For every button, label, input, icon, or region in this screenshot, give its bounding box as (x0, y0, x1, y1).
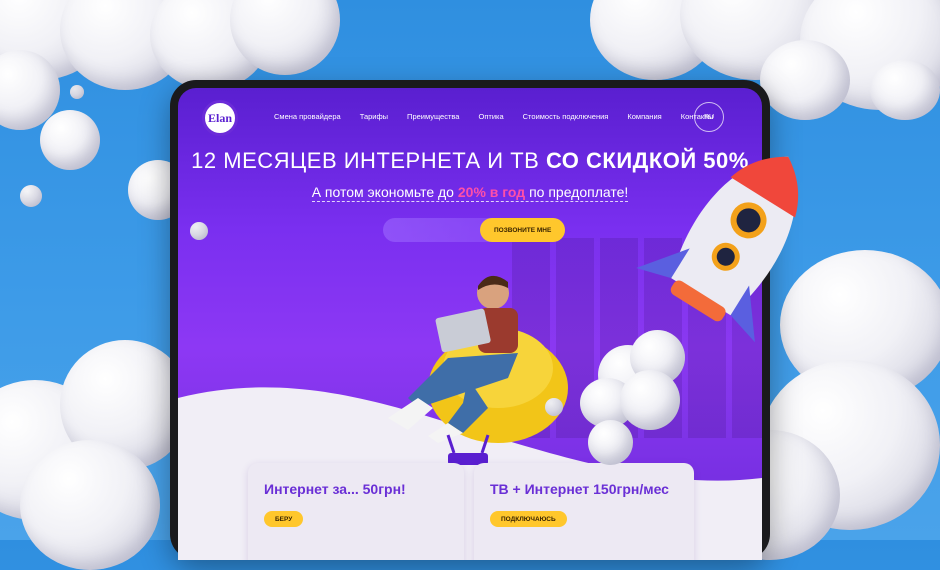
brand-logo[interactable]: Elan (202, 100, 238, 136)
hero-title-regular: 12 МЕСЯЦЕВ ИНТЕРНЕТА И ТВ (191, 148, 546, 173)
man-with-laptop-illustration (388, 275, 568, 443)
tariff-card-tv-internet: ТВ + Интернет 150грн/мес ПОДКЛЮЧАЮСЬ (474, 463, 694, 560)
tariff-card-title: ТВ + Интернет 150грн/мес (490, 481, 669, 497)
call-me-button[interactable]: ПОЗВОНИТЕ МНЕ (480, 218, 566, 242)
hero-subtitle-before: А потом экономьте до (311, 184, 458, 200)
nav-link-connection-cost[interactable]: Стоимость подключения (523, 112, 609, 121)
language-switcher[interactable]: RU (694, 102, 724, 132)
nav-link-company[interactable]: Компания (627, 112, 661, 121)
nav-link-advantages[interactable]: Преимущества (407, 112, 459, 121)
nav-menu: Смена провайдера Тарифы Преимущества Опт… (274, 112, 732, 121)
rocket-illustration (636, 156, 799, 343)
hero-subtitle-accent: 20% в год (457, 184, 526, 200)
take-button[interactable]: БЕРУ (264, 511, 304, 527)
tariff-card-internet: Интернет за... 50грн! БЕРУ (248, 463, 464, 560)
connect-button[interactable]: ПОДКЛЮЧАЮСЬ (490, 511, 567, 527)
logo-text: Elan (207, 110, 232, 125)
hero-subtitle-underlined: А потом экономьте до 20% в год по предоп… (311, 184, 629, 202)
tariff-card-title: Интернет за... 50грн! (264, 481, 406, 497)
nav-link-optics[interactable]: Оптика (478, 112, 503, 121)
language-label: RU (703, 113, 715, 121)
nav-link-tariffs[interactable]: Тарифы (360, 112, 388, 121)
nav-link-provider-change[interactable]: Смена провайдера (274, 112, 341, 121)
